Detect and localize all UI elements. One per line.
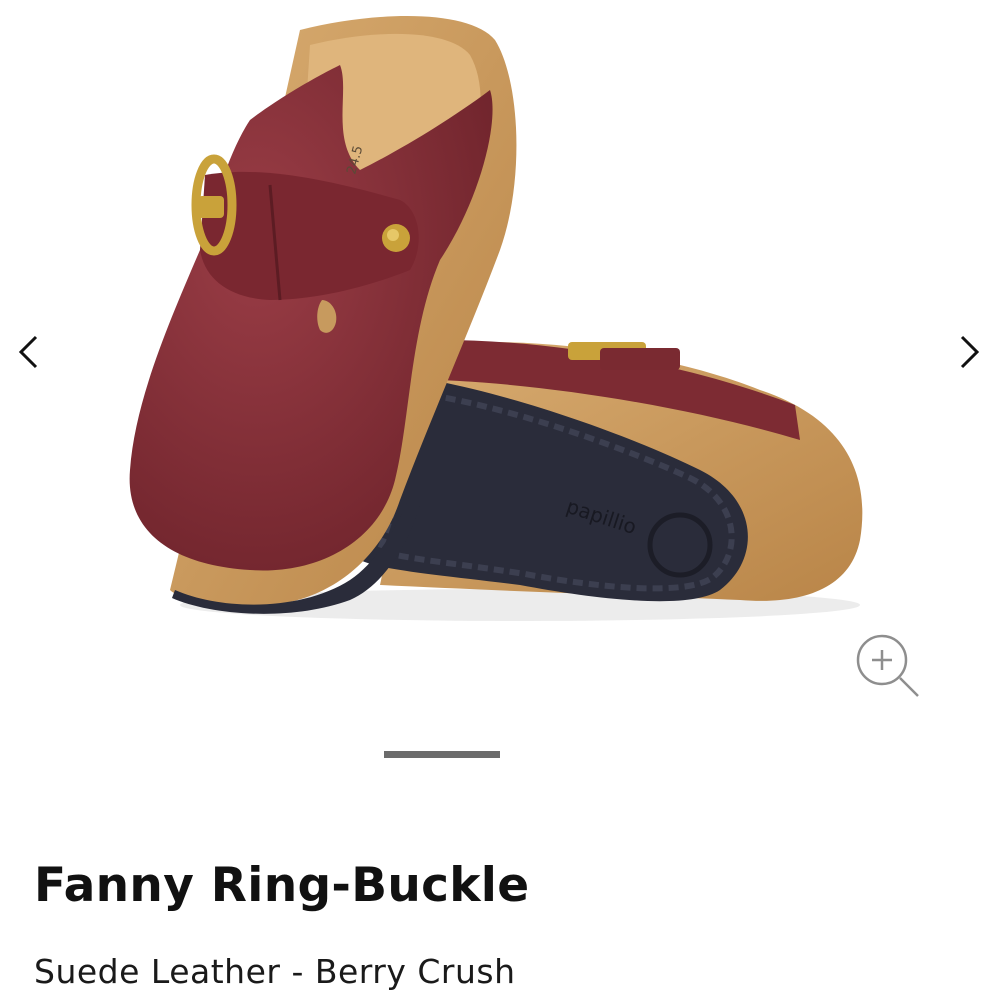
chevron-left-icon	[18, 335, 38, 369]
zoom-button[interactable]	[852, 630, 924, 702]
previous-image-button[interactable]	[8, 330, 52, 374]
chevron-right-icon	[960, 335, 980, 369]
product-image: papillio 24.5	[129, 16, 863, 621]
carousel-pager-indicator[interactable]	[384, 751, 500, 758]
zoom-in-icon	[856, 634, 919, 697]
product-title: Fanny Ring-Buckle	[34, 858, 530, 913]
next-image-button[interactable]	[946, 330, 990, 374]
product-gallery: papillio 24.5	[0, 0, 1000, 790]
product-subtitle: Suede Leather - Berry Crush	[34, 952, 516, 991]
